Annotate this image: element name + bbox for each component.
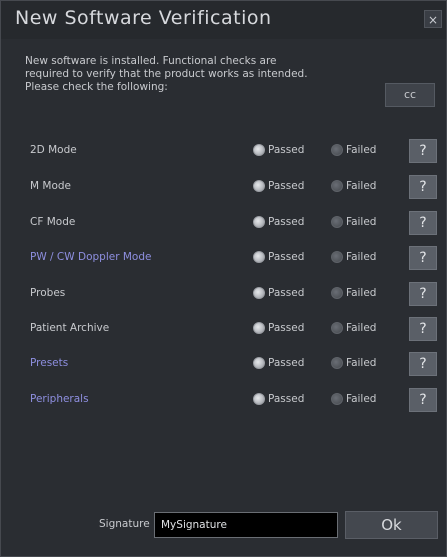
failed-radio-label[interactable]: Failed — [346, 393, 376, 405]
passed-radio[interactable] — [253, 216, 265, 228]
dialog-title: New Software Verification — [15, 7, 272, 29]
signature-field[interactable] — [154, 512, 338, 538]
check-label: Patient Archive — [30, 322, 110, 334]
question-mark-icon: ? — [419, 250, 427, 266]
check-row: PW / CW Doppler Mode Passed Failed? — [1, 246, 446, 272]
title-bar[interactable]: New Software Verification × — [1, 1, 446, 39]
help-button[interactable]: ? — [409, 352, 437, 376]
question-mark-icon: ? — [419, 215, 427, 231]
check-label: Probes — [30, 287, 66, 299]
ok-button-label: Ok — [381, 516, 402, 534]
check-label: Peripherals — [30, 393, 89, 405]
question-mark-icon: ? — [419, 392, 427, 408]
failed-radio-label[interactable]: Failed — [346, 287, 376, 299]
check-label: CF Mode — [30, 216, 76, 228]
check-row: CF Mode Passed Failed? — [1, 211, 446, 237]
close-button[interactable]: × — [424, 10, 442, 28]
failed-radio-label[interactable]: Failed — [346, 322, 376, 334]
failed-radio[interactable] — [331, 144, 343, 156]
failed-radio[interactable] — [331, 322, 343, 334]
failed-radio[interactable] — [331, 287, 343, 299]
failed-radio-label[interactable]: Failed — [346, 251, 376, 263]
check-label: 2D Mode — [30, 144, 77, 156]
passed-radio-label[interactable]: Passed — [268, 251, 304, 263]
help-button[interactable]: ? — [409, 282, 437, 306]
check-row: Probes Passed Failed? — [1, 282, 446, 308]
passed-radio-label[interactable]: Passed — [268, 287, 304, 299]
check-label: PW / CW Doppler Mode — [30, 251, 152, 263]
passed-radio[interactable] — [253, 144, 265, 156]
check-row: M Mode Passed Failed? — [1, 175, 446, 201]
question-mark-icon: ? — [419, 179, 427, 195]
failed-radio-label[interactable]: Failed — [346, 216, 376, 228]
passed-radio[interactable] — [253, 287, 265, 299]
passed-radio-label[interactable]: Passed — [268, 322, 304, 334]
cc-button[interactable]: cc — [385, 83, 435, 107]
passed-radio-label[interactable]: Passed — [268, 216, 304, 228]
failed-radio-label[interactable]: Failed — [346, 180, 376, 192]
question-mark-icon: ? — [419, 143, 427, 159]
check-row: Patient Archive Passed Failed? — [1, 317, 446, 343]
help-button[interactable]: ? — [409, 388, 437, 412]
passed-radio-label[interactable]: Passed — [268, 357, 304, 369]
failed-radio[interactable] — [331, 216, 343, 228]
check-row: Presets Passed Failed? — [1, 352, 446, 378]
passed-radio[interactable] — [253, 180, 265, 192]
help-button[interactable]: ? — [409, 139, 437, 163]
failed-radio[interactable] — [331, 251, 343, 263]
failed-radio[interactable] — [331, 357, 343, 369]
passed-radio-label[interactable]: Passed — [268, 144, 304, 156]
help-button[interactable]: ? — [409, 175, 437, 199]
ok-button[interactable]: Ok — [345, 511, 438, 539]
failed-radio[interactable] — [331, 393, 343, 405]
check-label: M Mode — [30, 180, 72, 192]
passed-radio-label[interactable]: Passed — [268, 180, 304, 192]
passed-radio[interactable] — [253, 357, 265, 369]
help-button[interactable]: ? — [409, 211, 437, 235]
question-mark-icon: ? — [419, 356, 427, 372]
check-label: Presets — [30, 357, 69, 369]
help-button[interactable]: ? — [409, 317, 437, 341]
signature-label: Signature — [99, 518, 150, 530]
check-row: Peripherals Passed Failed? — [1, 388, 446, 414]
passed-radio-label[interactable]: Passed — [268, 393, 304, 405]
passed-radio[interactable] — [253, 393, 265, 405]
question-mark-icon: ? — [419, 286, 427, 302]
software-verification-dialog: New Software Verification × New software… — [0, 0, 447, 557]
instructions-text: New software is installed. Functional ch… — [25, 55, 308, 93]
check-row: 2D Mode Passed Failed? — [1, 139, 446, 165]
failed-radio[interactable] — [331, 180, 343, 192]
question-mark-icon: ? — [419, 321, 427, 337]
passed-radio[interactable] — [253, 251, 265, 263]
failed-radio-label[interactable]: Failed — [346, 144, 376, 156]
close-icon: × — [427, 13, 439, 27]
help-button[interactable]: ? — [409, 246, 437, 270]
cc-button-label: cc — [403, 88, 417, 101]
passed-radio[interactable] — [253, 322, 265, 334]
failed-radio-label[interactable]: Failed — [346, 357, 376, 369]
